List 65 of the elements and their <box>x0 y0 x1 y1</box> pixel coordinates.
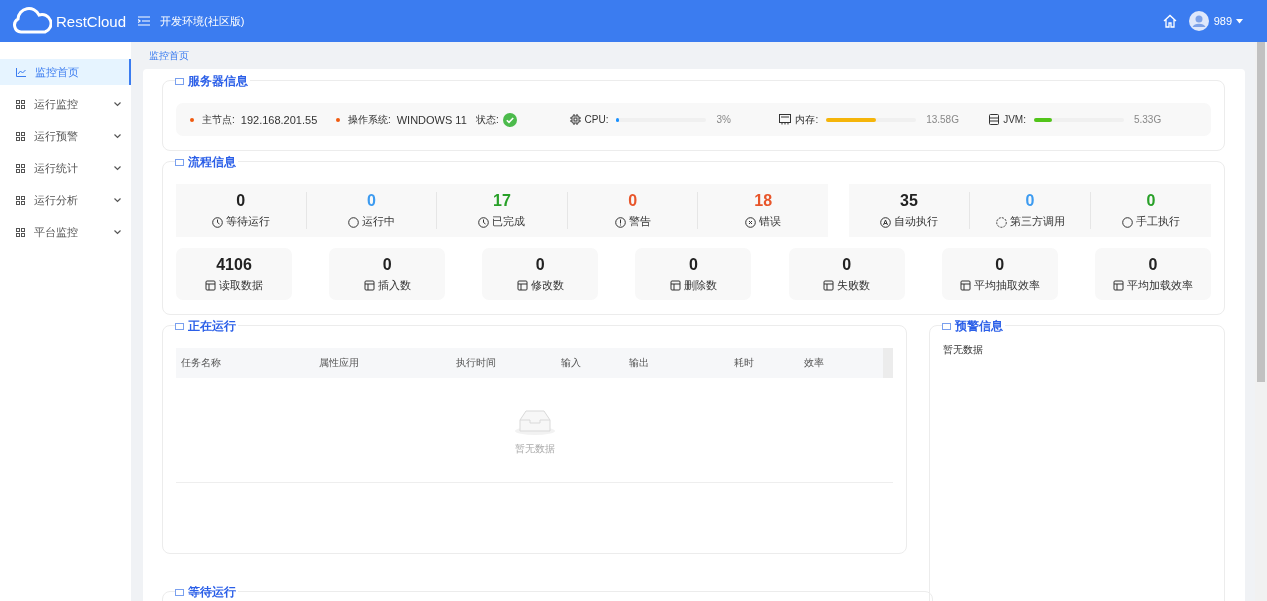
stat-label: 已完成 <box>492 215 526 229</box>
column-header: 耗时 <box>733 356 755 370</box>
section-title: 流程信息 <box>175 154 238 171</box>
section-title: 等待运行 <box>175 584 238 601</box>
meter-label: 内存: <box>795 112 819 127</box>
counter-value: 4106 <box>216 255 252 274</box>
empty-text: 暂无数据 <box>943 343 984 357</box>
counter-value: 0 <box>689 255 698 274</box>
info-value: 192.168.201.55 <box>240 113 318 126</box>
breadcrumb-link[interactable]: 监控首页 <box>143 42 1245 69</box>
sidebar-item[interactable]: 平台监控 <box>0 219 131 245</box>
meter-reading: 13.58G <box>926 114 959 125</box>
meter-label: JVM: <box>1003 114 1026 125</box>
empty-text: 暂无数据 <box>514 442 555 456</box>
user-menu[interactable]: 989 <box>1208 15 1243 27</box>
counter-label: 平均抽取效率 <box>973 278 1040 293</box>
counter-value: 0 <box>382 255 392 274</box>
stat-value: 0 <box>1025 192 1035 210</box>
stat-label: 警告 <box>628 215 651 229</box>
environment-title: 开发环境(社区版) <box>160 13 245 29</box>
counter-label: 失败数 <box>837 278 871 293</box>
section-title: 正在运行 <box>175 318 238 335</box>
stat-value: 0 <box>236 192 246 210</box>
stat-value: 17 <box>493 192 511 210</box>
counter-label: 修改数 <box>530 278 564 293</box>
section-title: 服务器信息 <box>175 73 250 90</box>
counter-value: 0 <box>995 255 1005 274</box>
stat-label: 运行中 <box>361 215 395 229</box>
meter-reading: 3% <box>716 114 731 125</box>
stat-value: 18 <box>754 192 773 210</box>
stat-label: 错误 <box>759 215 782 229</box>
counter-label: 删除数 <box>683 278 717 293</box>
column-header: 输出 <box>629 356 651 370</box>
logo-text: RestCloud <box>56 12 127 30</box>
stat-label: 第三方调用 <box>1009 215 1065 229</box>
counter-value: 0 <box>1148 255 1158 274</box>
column-header: 属性应用 <box>318 356 360 370</box>
sidebar-item[interactable]: 运行监控 <box>0 91 131 117</box>
column-header: 效率 <box>804 356 826 370</box>
stat-label: 自动执行 <box>894 215 938 229</box>
sidebar-item[interactable]: 运行统计 <box>0 155 131 181</box>
meter-reading: 5.33G <box>1133 114 1162 125</box>
stat-value: 0 <box>1146 192 1156 210</box>
stat-value: 0 <box>628 192 638 210</box>
sidebar-item[interactable]: 运行预警 <box>0 123 131 149</box>
column-header: 任务名称 <box>181 356 222 370</box>
info-label: 主节点: <box>202 112 235 127</box>
column-header: 输入 <box>560 356 582 370</box>
counter-label: 读取数据 <box>219 278 263 293</box>
column-header: 执行时间 <box>456 356 498 370</box>
counter-label: 平均加载效率 <box>1126 278 1193 293</box>
stat-value: 0 <box>366 192 376 210</box>
stat-label: 手工执行 <box>1136 215 1180 229</box>
counter-value: 0 <box>842 255 852 274</box>
info-label: 状态: <box>476 112 499 127</box>
meter-label: CPU: <box>584 114 609 125</box>
stat-label: 等待运行 <box>225 215 270 229</box>
counter-value: 0 <box>535 255 545 274</box>
stat-value: 35 <box>900 192 918 210</box>
info-value: WINDOWS 11 <box>396 113 467 126</box>
section-title: 预警信息 <box>942 318 1005 335</box>
sidebar-item[interactable]: 监控首页 <box>0 59 131 85</box>
sidebar-item[interactable]: 运行分析 <box>0 187 131 213</box>
counter-label: 插入数 <box>377 278 411 293</box>
info-label: 操作系统: <box>347 112 391 127</box>
